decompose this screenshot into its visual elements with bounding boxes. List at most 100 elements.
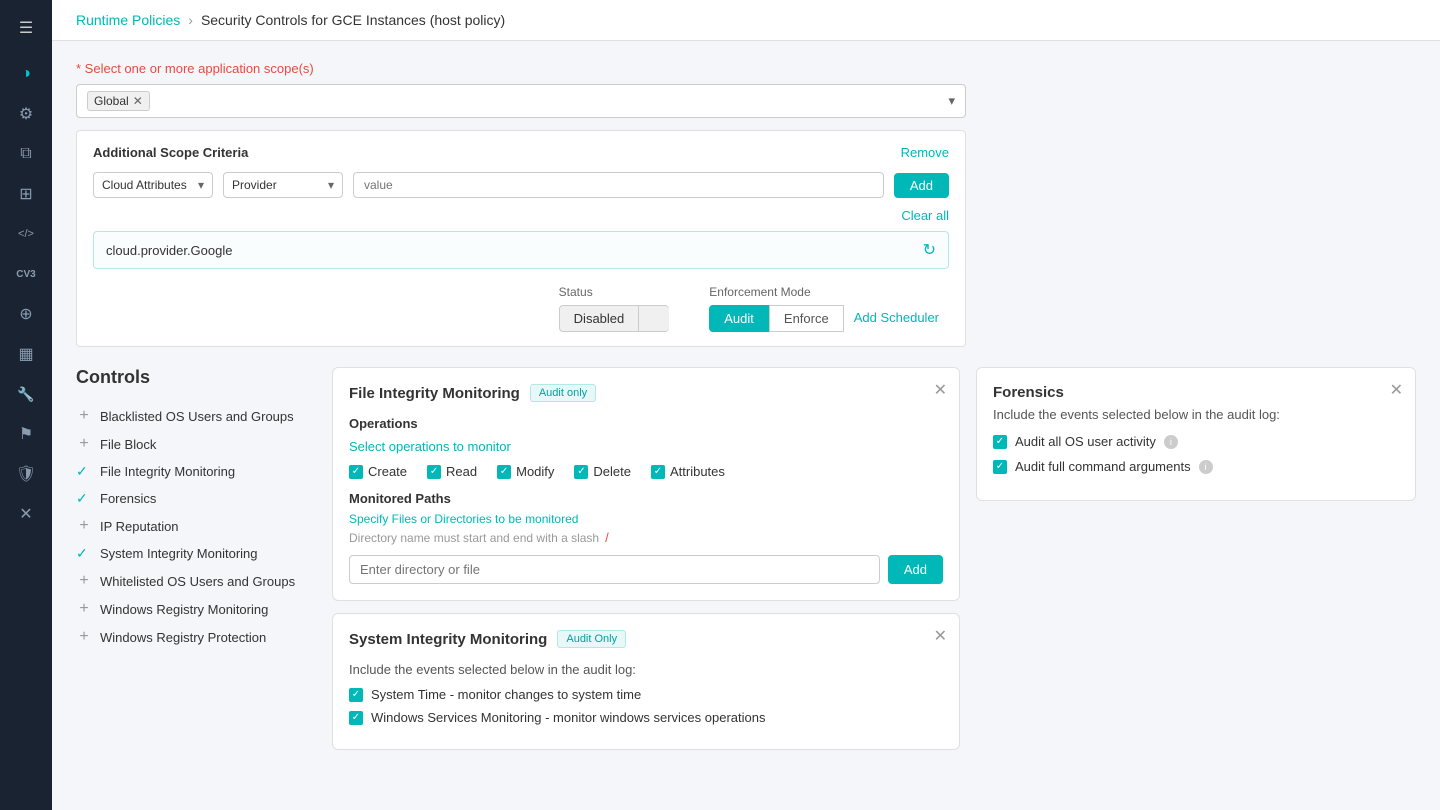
modify-checkbox[interactable] bbox=[497, 465, 511, 479]
windows-services-cb-row: Windows Services Monitoring - monitor wi… bbox=[349, 710, 943, 725]
scope-select-container[interactable]: Global ✕ ▾ bbox=[76, 84, 966, 118]
cv3-icon[interactable]: CV3 bbox=[8, 256, 44, 292]
system-integrity-header: System Integrity Monitoring Audit Only bbox=[349, 630, 943, 648]
audit-cmd-info-icon[interactable]: i bbox=[1199, 460, 1213, 474]
hamburger-icon[interactable]: ☰ bbox=[8, 10, 44, 46]
sidebar: ☰ ◑ ⚙ ⧉ ⊞ </> CV3 ⊕ ▦ 🔧 ⚑ 🛡 ✕ bbox=[0, 0, 52, 810]
scope-tag-global: Global ✕ bbox=[87, 91, 150, 111]
attributes-checkbox[interactable] bbox=[651, 465, 665, 479]
audit-os-info-icon[interactable]: i bbox=[1164, 435, 1178, 449]
control-forensics[interactable]: ✓ Forensics bbox=[76, 485, 316, 512]
add-path-button[interactable]: Add bbox=[888, 555, 943, 584]
cards-area: ✕ File Integrity Monitoring Audit only O… bbox=[332, 367, 960, 750]
disabled-button[interactable]: Disabled bbox=[559, 305, 640, 332]
lower-section: Controls + Blacklisted OS Users and Grou… bbox=[76, 367, 1416, 750]
plus-icon: + bbox=[76, 600, 92, 618]
breadcrumb-link[interactable]: Runtime Policies bbox=[76, 12, 180, 28]
operations-checkboxes: Create Read Modify Delete bbox=[349, 464, 943, 479]
refresh-icon[interactable]: ↻ bbox=[923, 240, 936, 260]
value-input[interactable] bbox=[353, 172, 884, 198]
file-integrity-header: File Integrity Monitoring Audit only bbox=[349, 384, 943, 402]
control-label: Whitelisted OS Users and Groups bbox=[100, 574, 295, 589]
additional-scope-header: Additional Scope Criteria Remove bbox=[93, 145, 949, 160]
cb-create[interactable]: Create bbox=[349, 464, 407, 479]
forensics-title: Forensics bbox=[993, 384, 1399, 401]
modify-label: Modify bbox=[516, 464, 554, 479]
calendar-icon[interactable]: ▦ bbox=[8, 336, 44, 372]
control-label: IP Reputation bbox=[100, 519, 179, 534]
control-windows-registry-protection[interactable]: + Windows Registry Protection bbox=[76, 623, 316, 651]
cb-attributes[interactable]: Attributes bbox=[651, 464, 725, 479]
header: Runtime Policies › Security Controls for… bbox=[52, 0, 1440, 41]
system-integrity-close[interactable]: ✕ bbox=[934, 626, 947, 646]
paths-label: Monitored Paths bbox=[349, 491, 943, 506]
trophy-icon[interactable]: ⚑ bbox=[8, 416, 44, 452]
system-integrity-title: System Integrity Monitoring bbox=[349, 631, 547, 648]
scope-dropdown-arrow[interactable]: ▾ bbox=[948, 93, 955, 109]
control-label: Windows Registry Protection bbox=[100, 630, 266, 645]
provider-dropdown[interactable]: Provider ▾ bbox=[223, 172, 343, 198]
plus-icon: + bbox=[76, 628, 92, 646]
remove-link[interactable]: Remove bbox=[901, 145, 949, 160]
control-label: Windows Registry Monitoring bbox=[100, 602, 268, 617]
cloud-attributes-dropdown[interactable]: Cloud Attributes ▾ bbox=[93, 172, 213, 198]
file-integrity-close[interactable]: ✕ bbox=[934, 380, 947, 400]
control-label: File Integrity Monitoring bbox=[100, 464, 235, 479]
status-group: Status Disabled bbox=[559, 285, 670, 332]
forensics-close[interactable]: ✕ bbox=[1390, 380, 1403, 400]
create-label: Create bbox=[368, 464, 407, 479]
cb-delete[interactable]: Delete bbox=[574, 464, 631, 479]
audit-os-checkbox[interactable] bbox=[993, 435, 1007, 449]
enforcement-group: Enforcement Mode Audit Enforce Add Sched… bbox=[709, 285, 949, 332]
add-scheduler-link[interactable]: Add Scheduler bbox=[844, 305, 949, 332]
dropdown1-arrow: ▾ bbox=[198, 178, 204, 192]
windows-services-label: Windows Services Monitoring - monitor wi… bbox=[371, 710, 765, 725]
delete-label: Delete bbox=[593, 464, 631, 479]
control-system-integrity[interactable]: ✓ System Integrity Monitoring bbox=[76, 540, 316, 567]
dropdown2-arrow: ▾ bbox=[328, 178, 334, 192]
paths-input[interactable] bbox=[349, 555, 880, 584]
monitor-icon[interactable]: ⊞ bbox=[8, 176, 44, 212]
control-label: System Integrity Monitoring bbox=[100, 546, 258, 561]
system-time-label: System Time - monitor changes to system … bbox=[371, 687, 641, 702]
settings-icon[interactable]: ⚙ bbox=[8, 96, 44, 132]
audit-button[interactable]: Audit bbox=[709, 305, 769, 332]
control-label: Blacklisted OS Users and Groups bbox=[100, 409, 294, 424]
shield-icon[interactable]: 🛡 bbox=[8, 456, 44, 492]
paths-desc1: Specify Files or Directories to be monit… bbox=[349, 512, 943, 526]
code-icon[interactable]: </> bbox=[8, 216, 44, 252]
controls-panel: Controls + Blacklisted OS Users and Grou… bbox=[76, 367, 316, 750]
scope-criteria-row: Cloud Attributes ▾ Provider ▾ Add bbox=[93, 172, 949, 198]
control-label: Forensics bbox=[100, 491, 156, 506]
audit-cmd-checkbox[interactable] bbox=[993, 460, 1007, 474]
enforce-button[interactable]: Enforce bbox=[769, 305, 844, 332]
control-blacklisted[interactable]: + Blacklisted OS Users and Groups bbox=[76, 402, 316, 430]
read-checkbox[interactable] bbox=[427, 465, 441, 479]
control-file-integrity[interactable]: ✓ File Integrity Monitoring bbox=[76, 458, 316, 485]
dashboard-icon[interactable]: ◑ bbox=[8, 56, 44, 92]
scope-value: cloud.provider.Google bbox=[106, 243, 232, 258]
paths-input-row: Add bbox=[349, 555, 943, 584]
windows-services-checkbox[interactable] bbox=[349, 711, 363, 725]
control-windows-registry-monitoring[interactable]: + Windows Registry Monitoring bbox=[76, 595, 316, 623]
file-integrity-title: File Integrity Monitoring bbox=[349, 385, 520, 402]
status-toggle-button[interactable] bbox=[639, 305, 669, 332]
tools-icon[interactable]: 🔧 bbox=[8, 376, 44, 412]
scope-tag-remove[interactable]: ✕ bbox=[133, 94, 143, 108]
layers-icon[interactable]: ⧉ bbox=[8, 136, 44, 172]
page-content: * Select one or more application scope(s… bbox=[52, 41, 1440, 810]
close-icon[interactable]: ✕ bbox=[8, 496, 44, 532]
control-file-block[interactable]: + File Block bbox=[76, 430, 316, 458]
control-whitelisted[interactable]: + Whitelisted OS Users and Groups bbox=[76, 567, 316, 595]
control-ip-reputation[interactable]: + IP Reputation bbox=[76, 512, 316, 540]
globe-icon[interactable]: ⊕ bbox=[8, 296, 44, 332]
system-time-checkbox[interactable] bbox=[349, 688, 363, 702]
cb-modify[interactable]: Modify bbox=[497, 464, 554, 479]
add-scope-button[interactable]: Add bbox=[894, 173, 949, 198]
status-label: Status bbox=[559, 285, 670, 299]
clear-all-link[interactable]: Clear all bbox=[93, 208, 949, 223]
create-checkbox[interactable] bbox=[349, 465, 363, 479]
ops-link[interactable]: Select operations to monitor bbox=[349, 439, 943, 454]
cb-read[interactable]: Read bbox=[427, 464, 477, 479]
delete-checkbox[interactable] bbox=[574, 465, 588, 479]
